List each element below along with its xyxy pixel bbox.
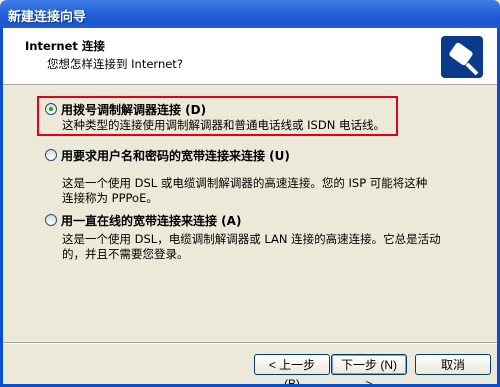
- broadband-pppoe-radio[interactable]: [45, 149, 57, 161]
- next-button[interactable]: 下一步 (N) >: [331, 354, 407, 387]
- window-title: 新建连接向导: [8, 10, 87, 25]
- always-on-broadband-description-line1: 这是一个使用 DSL，电缆调制解调器或 LAN 连接的高速连接。它总是活动: [62, 232, 441, 246]
- broadband-pppoe-description-line2: 连接称为 PPPoE。: [62, 191, 158, 205]
- new-connection-wizard-window: 新建连接向导 Internet 连接 您想怎样连接到 Internet? 用拨号…: [0, 0, 500, 387]
- header-title: Internet 连接: [25, 39, 105, 53]
- always-on-broadband-description-line2: 的，并且不需要您登录。: [62, 247, 189, 261]
- dialup-option-description: 这种类型的连接使用调制解调器和普通电话线或 ISDN 电话线。: [62, 118, 385, 132]
- title-bar[interactable]: 新建连接向导: [0, 0, 500, 28]
- wizard-header: Internet 连接 您想怎样连接到 Internet?: [3, 28, 497, 85]
- always-on-broadband-radio[interactable]: [45, 214, 57, 226]
- network-connection-icon: [441, 36, 483, 78]
- cancel-button[interactable]: 取消: [415, 354, 491, 375]
- header-subtitle: 您想怎样连接到 Internet?: [47, 57, 183, 71]
- always-on-broadband-option-label[interactable]: 用一直在线的宽带连接来连接 (A): [61, 212, 241, 229]
- dialup-option-label[interactable]: 用拨号调制解调器连接 (D): [61, 101, 206, 118]
- footer-divider: [3, 342, 497, 344]
- broadband-pppoe-option-label[interactable]: 用要求用户名和密码的宽带连接来连接 (U): [61, 147, 290, 164]
- dialup-radio[interactable]: [45, 103, 57, 115]
- broadband-pppoe-description-line1: 这是一个使用 DSL 或电缆调制解调器的高速连接。您的 ISP 可能将这种: [62, 176, 428, 190]
- back-button[interactable]: < 上一步 (B): [254, 354, 330, 387]
- window-frame-left: [0, 28, 3, 387]
